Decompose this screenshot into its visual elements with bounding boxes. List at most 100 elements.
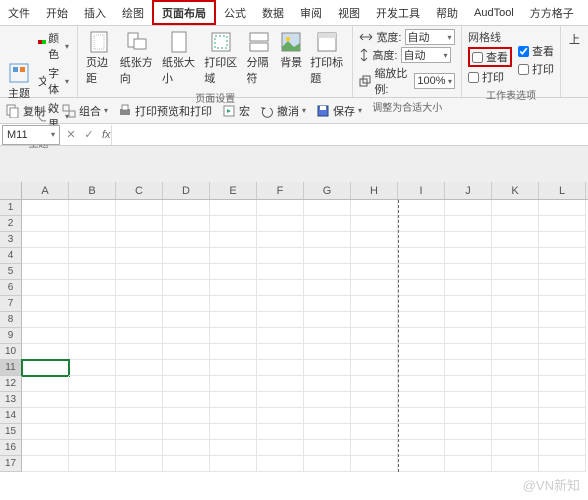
cell[interactable] [116,200,163,216]
col-header-D[interactable]: D [163,182,210,199]
cell[interactable] [69,296,116,312]
cell[interactable] [304,424,351,440]
cell[interactable] [116,312,163,328]
cell[interactable] [257,392,304,408]
tab-帮助[interactable]: 帮助 [428,0,466,25]
cell[interactable] [539,264,586,280]
cell[interactable] [539,440,586,456]
cell[interactable] [69,280,116,296]
col-header-C[interactable]: C [116,182,163,199]
cell[interactable] [351,296,398,312]
cell[interactable] [22,200,69,216]
cell[interactable] [539,424,586,440]
cell[interactable] [163,200,210,216]
cell[interactable] [22,424,69,440]
tab-视图[interactable]: 视图 [330,0,368,25]
cell[interactable] [492,360,539,376]
cell[interactable] [257,376,304,392]
cell[interactable] [492,248,539,264]
height-select[interactable]: 自动▾ [401,47,451,63]
cell[interactable] [22,296,69,312]
cell[interactable] [116,392,163,408]
cell[interactable] [304,440,351,456]
select-all-corner[interactable] [0,182,22,199]
cell[interactable] [163,360,210,376]
orientation-button[interactable]: 纸张方向 [118,29,156,88]
cell[interactable] [69,408,116,424]
tab-公式[interactable]: 公式 [216,0,254,25]
col-header-H[interactable]: H [351,182,398,199]
tab-开始[interactable]: 开始 [38,0,76,25]
cell[interactable] [210,296,257,312]
cell[interactable] [492,312,539,328]
qat-undo[interactable]: 撤消▾ [260,103,306,119]
cell[interactable] [492,216,539,232]
cell[interactable] [116,264,163,280]
print-area-button[interactable]: 打印区域 [202,29,240,88]
tab-绘图[interactable]: 绘图 [114,0,152,25]
headings-view-checkbox[interactable]: 查看 [518,43,554,59]
cell[interactable] [539,408,586,424]
background-button[interactable]: 背景 [278,29,304,88]
width-select[interactable]: 自动▾ [405,29,455,45]
cell[interactable] [210,264,257,280]
cell[interactable] [22,232,69,248]
scale-select[interactable]: 100%▾ [414,73,455,89]
tab-页面布局[interactable]: 页面布局 [152,0,216,25]
tab-开发工具[interactable]: 开发工具 [368,0,428,25]
cell[interactable] [304,408,351,424]
row-header-11[interactable]: 11 [0,360,22,376]
cell[interactable] [398,424,445,440]
cell[interactable] [398,248,445,264]
cell[interactable] [257,424,304,440]
cell[interactable] [398,440,445,456]
cell[interactable] [163,264,210,280]
cell[interactable] [492,344,539,360]
row-header-2[interactable]: 2 [0,216,22,232]
row-header-16[interactable]: 16 [0,440,22,456]
cell[interactable] [539,248,586,264]
cell[interactable] [69,360,116,376]
cell[interactable] [304,200,351,216]
cell[interactable] [22,312,69,328]
cell[interactable] [116,408,163,424]
cell[interactable] [445,216,492,232]
cell[interactable] [398,264,445,280]
cell[interactable] [163,344,210,360]
cell[interactable] [116,232,163,248]
cell[interactable] [257,312,304,328]
row-header-15[interactable]: 15 [0,424,22,440]
cell[interactable] [445,232,492,248]
cell[interactable] [69,216,116,232]
cell[interactable] [351,440,398,456]
headings-print-checkbox[interactable]: 打印 [518,61,554,77]
qat-macro[interactable]: 宏 [222,103,250,119]
cell[interactable] [210,360,257,376]
cell[interactable] [257,408,304,424]
cell[interactable] [445,200,492,216]
qat-copy[interactable]: 复制▾ [6,103,52,119]
cell[interactable] [539,280,586,296]
accept-formula-button[interactable]: ✓ [80,126,98,144]
cell[interactable] [69,440,116,456]
cell[interactable] [210,344,257,360]
col-header-E[interactable]: E [210,182,257,199]
cell[interactable] [210,232,257,248]
cell[interactable] [163,312,210,328]
qat-print-preview[interactable]: 打印预览和打印 [118,103,212,119]
size-button[interactable]: 纸张大小 [160,29,198,88]
cell[interactable] [445,408,492,424]
cell[interactable] [539,216,586,232]
col-header-K[interactable]: K [492,182,539,199]
cell[interactable] [304,392,351,408]
cell[interactable] [22,264,69,280]
cell[interactable] [351,248,398,264]
cell[interactable] [492,376,539,392]
cell[interactable] [492,200,539,216]
cell[interactable] [351,264,398,280]
cell[interactable] [351,216,398,232]
cell[interactable] [539,376,586,392]
cell[interactable] [304,328,351,344]
cell[interactable] [116,360,163,376]
cell[interactable] [304,264,351,280]
